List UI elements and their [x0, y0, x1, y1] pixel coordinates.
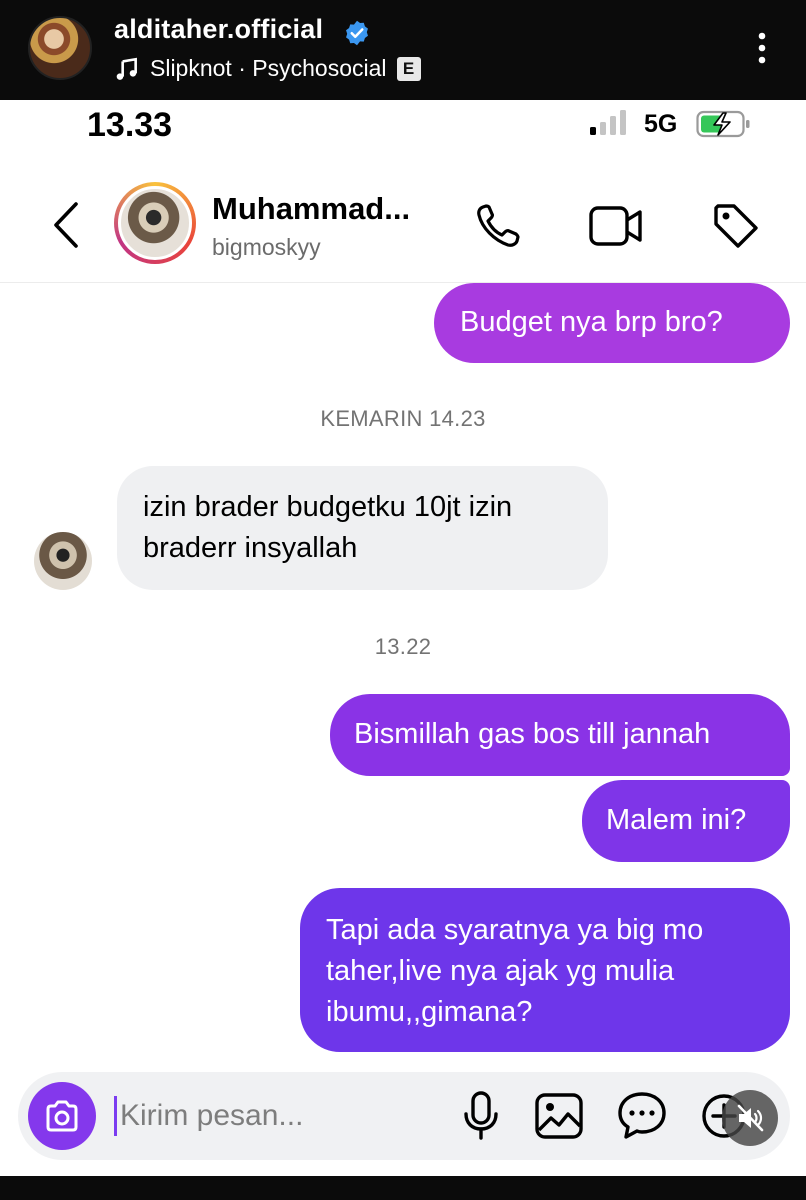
song-info[interactable]: Slipknot · Psychosocial E — [114, 55, 421, 82]
microphone-icon[interactable] — [460, 1090, 502, 1142]
outgoing-message[interactable]: Tapi ada syaratnya ya big mo taher,live … — [300, 888, 790, 1052]
speaker-muted-icon — [737, 1104, 764, 1132]
label-tag-icon[interactable] — [710, 200, 762, 252]
explicit-badge: E — [396, 56, 421, 81]
outgoing-message[interactable]: Bismillah gas bos till jannah — [330, 694, 790, 776]
gallery-icon[interactable] — [534, 1092, 584, 1140]
phone-call-icon[interactable] — [474, 202, 524, 250]
song-title: Slipknot · Psychosocial — [150, 55, 387, 81]
account-avatar[interactable] — [28, 16, 92, 80]
verified-badge-icon — [346, 20, 368, 46]
camera-button[interactable] — [28, 1082, 96, 1150]
contact-name[interactable]: Muhammad... — [212, 191, 410, 227]
mute-button[interactable] — [722, 1090, 778, 1146]
contact-avatar[interactable] — [114, 182, 196, 264]
network-type: 5G — [644, 110, 678, 138]
signal-strength-icon — [590, 110, 626, 135]
text-caret — [114, 1096, 117, 1136]
outgoing-message[interactable]: Budget nya brp bro? — [434, 283, 790, 363]
message-input[interactable] — [120, 1094, 440, 1138]
contact-username[interactable]: bigmoskyy — [212, 234, 321, 261]
account-name[interactable]: alditaher.official — [114, 14, 323, 45]
date-separator: KEMARIN 14.23 — [320, 406, 486, 431]
back-arrow-icon[interactable] — [50, 200, 82, 250]
incoming-message[interactable]: izin brader budgetku 10jt izin braderr i… — [117, 466, 608, 590]
bottom-bar — [0, 1176, 806, 1200]
battery-charging-icon — [696, 110, 750, 138]
outgoing-message[interactable]: Malem ini? — [582, 780, 790, 862]
music-note-icon — [116, 57, 137, 80]
camera-icon — [46, 1100, 78, 1132]
sticker-chat-icon[interactable] — [616, 1090, 668, 1142]
sender-avatar[interactable] — [34, 532, 92, 590]
post-header: alditaher.official Slipknot · Psychosoci… — [0, 0, 806, 100]
more-options-icon[interactable] — [752, 28, 772, 68]
video-call-icon[interactable] — [588, 204, 644, 248]
status-time: 13.33 — [87, 106, 173, 144]
time-separator: 13.22 — [374, 634, 432, 659]
